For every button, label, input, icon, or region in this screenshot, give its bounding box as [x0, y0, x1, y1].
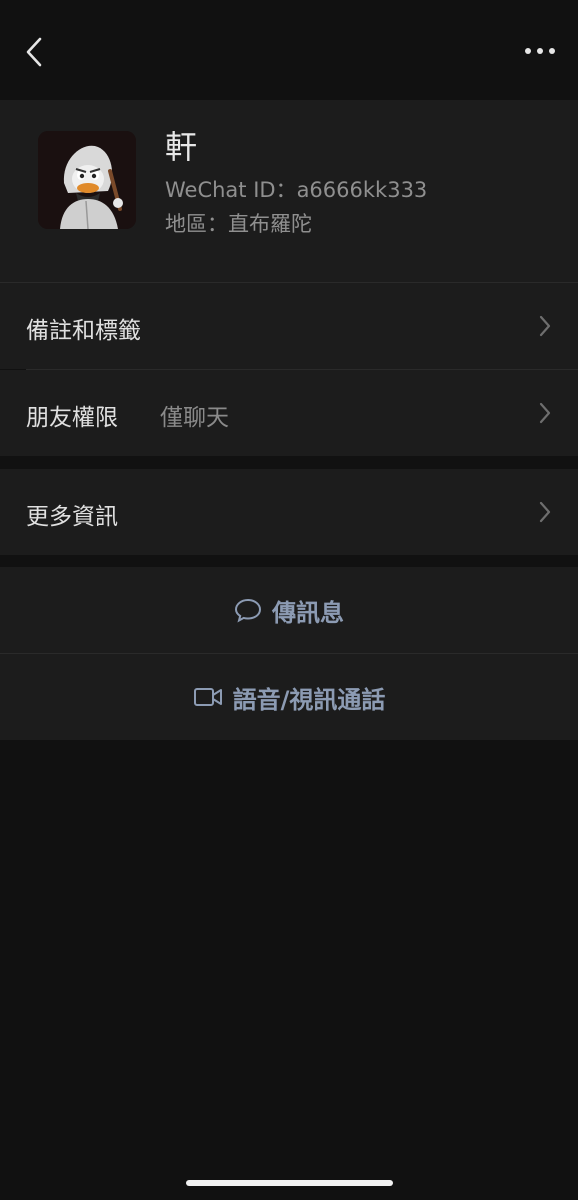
chevron-right-icon [539, 501, 551, 523]
top-nav [0, 0, 578, 100]
send-message-label: 傳訊息 [272, 598, 344, 627]
voice-video-call-label: 語音/視訊通話 [232, 685, 386, 714]
contact-profile-screen: 軒 WeChat ID：a6666kk333 地區：直布羅陀 備註和標籤 朋友權… [0, 0, 578, 1200]
back-button[interactable] [14, 30, 54, 74]
video-camera-icon [193, 686, 223, 708]
cell-label: 備註和標籤 [26, 318, 141, 344]
chevron-left-icon [26, 37, 42, 67]
home-indicator[interactable] [186, 1180, 393, 1186]
contact-name: 軒 [165, 128, 199, 166]
chat-bubble-icon [234, 597, 262, 623]
cell-value: 僅聊天 [160, 405, 229, 431]
avatar-image [38, 131, 136, 229]
region: 地區：直布羅陀 [165, 212, 312, 236]
wechat-id: WeChat ID：a6666kk333 [165, 178, 428, 202]
chevron-right-icon [539, 315, 551, 337]
more-info-cell[interactable]: 更多資訊 [0, 469, 578, 555]
cell-label: 朋友權限 [26, 405, 118, 431]
friend-permissions-cell[interactable]: 朋友權限 僅聊天 [0, 370, 578, 456]
more-options-button[interactable] [518, 36, 562, 66]
avatar[interactable] [38, 131, 136, 229]
notes-and-tags-cell[interactable]: 備註和標籤 [0, 283, 578, 369]
ellipsis-icon [525, 48, 555, 54]
profile-header: 軒 WeChat ID：a6666kk333 地區：直布羅陀 [0, 100, 578, 282]
chevron-right-icon [539, 402, 551, 424]
voice-video-call-button[interactable]: 語音/視訊通話 [0, 654, 578, 740]
cell-label: 更多資訊 [26, 504, 118, 530]
send-message-button[interactable]: 傳訊息 [0, 567, 578, 653]
